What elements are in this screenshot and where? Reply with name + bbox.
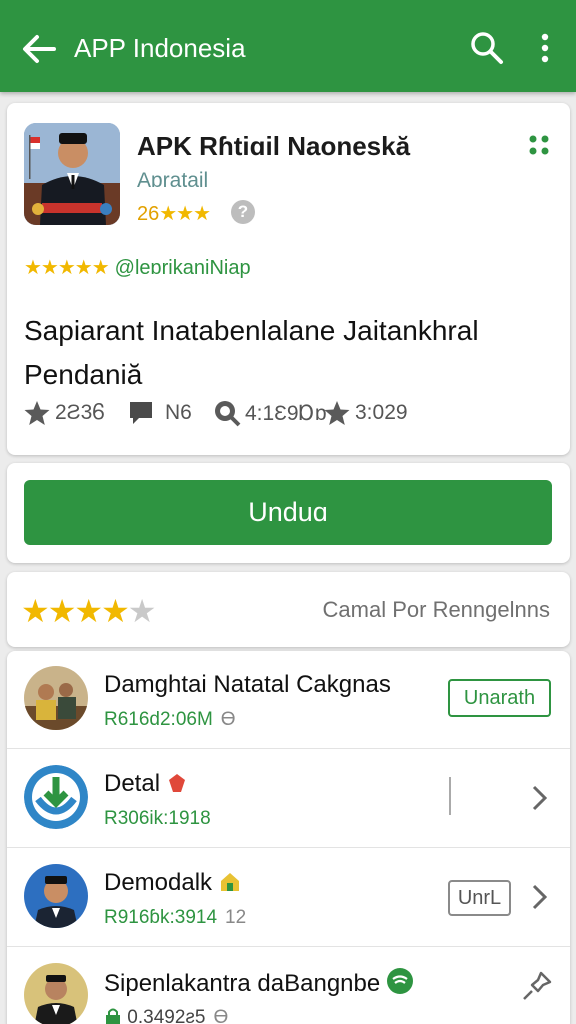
- update-button[interactable]: Unarath: [448, 679, 551, 717]
- app-bar-title: APP Indonesia: [74, 33, 246, 63]
- list-item-meta: 0.3492ƨ5 ϴ: [104, 1006, 228, 1024]
- magnify-chat-icon: [215, 401, 241, 427]
- list-item[interactable]: Sipenlakantra daBangnbe 0.3492ƨ5 ϴ: [7, 948, 570, 1024]
- home-icon: [220, 873, 239, 891]
- star-icon: [324, 401, 350, 425]
- stat-downloads-value: 4:1Ɛ9Ɒɒ: [245, 402, 327, 425]
- list-item[interactable]: Demodalk R916ɓk:3914 12 UnrL: [7, 849, 570, 947]
- badge-stars: ★★★★★: [24, 257, 110, 279]
- rating-stars: ★★★: [159, 203, 211, 225]
- avatar: [24, 864, 88, 928]
- list-item-meta: R916ɓk:3914 12: [104, 907, 247, 928]
- rate-card: ★★★★★ Camal Por Renngelnns: [7, 572, 570, 647]
- app-rating: 26★★★: [137, 201, 211, 226]
- download-card: Unduɑ: [7, 463, 570, 563]
- rate-stars-input[interactable]: ★★★★★: [21, 592, 157, 630]
- app-bar: APP Indonesia: [0, 0, 576, 92]
- comment-icon: [130, 402, 152, 424]
- stat-reviews-value: N6: [165, 401, 192, 424]
- pin-icon[interactable]: [521, 970, 553, 1002]
- list-item-title: Sipenlakantra daBangnbe: [104, 968, 413, 998]
- app-description: Sapiarant Inatabenlalane Jaitankhral Pen…: [24, 315, 479, 390]
- tag-icon: [168, 774, 185, 792]
- rate-stars-filled[interactable]: ★★★★: [21, 593, 130, 629]
- stat-age-value: 3:029: [355, 401, 408, 424]
- badge-row: ★★★★★ @leɒrikaniNiap: [24, 255, 251, 280]
- rate-stars-empty[interactable]: ★: [128, 593, 157, 629]
- app-icon: [24, 123, 120, 225]
- search-icon[interactable]: [470, 31, 504, 65]
- list-item[interactable]: Detal R306ik:1918: [7, 750, 570, 848]
- grid-dots-icon[interactable]: [527, 133, 551, 157]
- badge-tag[interactable]: @leɒrikaniNiap: [115, 257, 251, 279]
- list-item-meta: R306ik:1918: [104, 808, 211, 829]
- avatar: [24, 666, 88, 730]
- star-icon: [24, 401, 50, 425]
- avatar: [24, 765, 88, 829]
- lock-icon: [106, 1008, 120, 1024]
- list-item-title: Damghtai Natatal Cakgnas: [104, 671, 391, 698]
- stats-row: 2Ƨ3Ꮾ N6 4:1Ɛ9Ɒɒ 3:029: [23, 395, 563, 429]
- chevron-right-icon[interactable]: [528, 882, 550, 912]
- open-button[interactable]: UnrL: [448, 880, 511, 916]
- download-button[interactable]: Unduɑ: [24, 480, 552, 545]
- info-icon[interactable]: ?: [231, 200, 255, 224]
- list-item-title: Detal: [104, 770, 187, 798]
- app-info-card: APK Rɦtiɑil Naoneskă Aɒratail 26★★★ ? ★★…: [7, 103, 570, 455]
- stat-ratings-value: 2Ƨ3Ꮾ: [55, 401, 106, 424]
- divider: [449, 777, 451, 815]
- avatar: [24, 963, 88, 1024]
- more-options-icon[interactable]: [530, 32, 560, 64]
- list-item[interactable]: Damghtai Natatal Cakgnas R616d2:06M ϴ Una…: [7, 651, 570, 749]
- list-item-meta: R616d2:06M ϴ: [104, 709, 236, 730]
- app-name: APK Rɦtiɑil Naoneskă: [137, 131, 411, 161]
- related-apps-list: Damghtai Natatal Cakgnas R616d2:06M ϴ Una…: [7, 651, 570, 1024]
- list-item-title: Demodalk: [104, 869, 241, 897]
- app-developer[interactable]: Aɒratail: [137, 169, 208, 193]
- rating-value: 26: [137, 203, 160, 225]
- back-arrow-icon[interactable]: [20, 30, 58, 68]
- chevron-right-icon[interactable]: [528, 783, 550, 813]
- wifi-badge-icon: [386, 968, 413, 994]
- rate-label: Camal Por Renngelnns: [322, 597, 550, 622]
